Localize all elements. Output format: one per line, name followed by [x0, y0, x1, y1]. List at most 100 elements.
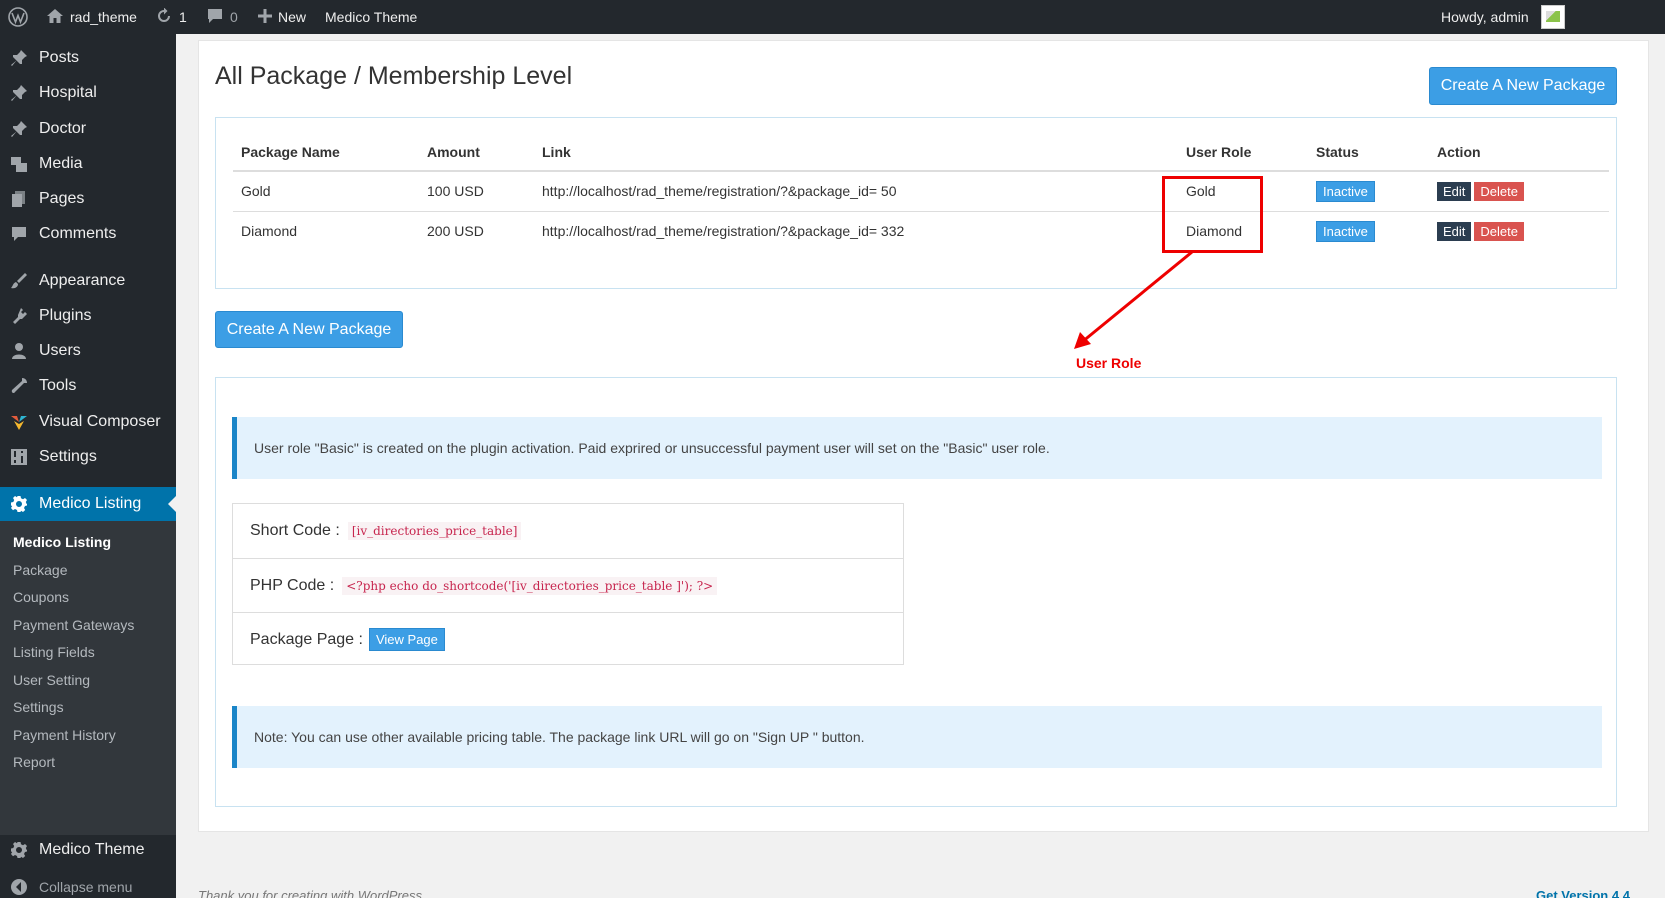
sidebar-item-pages[interactable]: Pages: [0, 182, 176, 216]
sidebar-item-tools[interactable]: Tools: [0, 369, 176, 403]
theme-label: Medico Theme: [325, 9, 418, 25]
media-icon: [9, 154, 29, 174]
sidebar-item-appearance[interactable]: Appearance: [0, 264, 176, 298]
annotation-arrow: [1074, 250, 1193, 349]
short-code-label: Short Code :: [250, 522, 340, 539]
wrench-icon: [9, 376, 29, 396]
comment-icon: [206, 8, 224, 27]
delete-button[interactable]: Delete: [1474, 221, 1524, 241]
submenu-listing-fields[interactable]: Listing Fields: [13, 644, 95, 660]
edit-button[interactable]: Edit: [1437, 181, 1472, 201]
table-header-row: Package Name Amount Link User Role Statu…: [233, 133, 1609, 172]
cell-action: Edit Delete: [1429, 171, 1609, 212]
edit-button[interactable]: Edit: [1437, 221, 1472, 241]
admin-bar: rad_theme 1 0 New Medico Theme Howdy, ad…: [0, 0, 1665, 34]
col-package-name: Package Name: [233, 133, 419, 172]
footer-credit: Thank you for creating with WordPress.: [198, 888, 426, 898]
submenu-user-setting[interactable]: User Setting: [13, 672, 90, 688]
site-name-link[interactable]: rad_theme: [46, 0, 137, 34]
table-row: Gold 100 USD http://localhost/rad_theme/…: [233, 171, 1609, 212]
short-code-value: [iv_directories_price_table]: [347, 522, 522, 540]
php-code-row: PHP Code : <?php echo do_shortcode('[iv_…: [233, 558, 903, 612]
php-code-value: <?php echo do_shortcode('[iv_directories…: [342, 576, 718, 595]
create-package-button-top[interactable]: Create A New Package: [1429, 67, 1617, 105]
col-user-role: User Role: [1178, 133, 1308, 172]
submenu-payment-gateways[interactable]: Payment Gateways: [13, 617, 134, 633]
site-name: rad_theme: [70, 9, 137, 25]
brush-icon: [9, 271, 29, 291]
gear-icon: [9, 840, 29, 860]
user-role-highlight-box: [1162, 176, 1263, 253]
col-amount: Amount: [419, 133, 534, 172]
wordpress-logo-icon[interactable]: [8, 0, 28, 34]
cell-package-name: Gold: [233, 171, 419, 212]
sidebar-item-hospital[interactable]: Hospital: [0, 76, 176, 110]
sidebar-item-visual-composer[interactable]: Visual Composer: [0, 405, 176, 439]
submenu-medico-listing[interactable]: Medico Listing: [13, 534, 111, 550]
howdy-text: Howdy, admin: [1441, 9, 1529, 25]
status-badge[interactable]: Inactive: [1316, 220, 1375, 242]
refresh-icon: [155, 7, 173, 27]
home-icon: [46, 8, 64, 27]
info-note: User role "Basic" is created on the plug…: [232, 417, 1602, 479]
comments-link[interactable]: 0: [206, 0, 238, 34]
pin-icon: [9, 83, 29, 103]
account-menu[interactable]: Howdy, admin: [1441, 0, 1565, 34]
view-page-button[interactable]: View Page: [368, 628, 445, 651]
annotation-label: User Role: [1076, 355, 1142, 371]
updates-count: 1: [179, 9, 187, 25]
cell-status: Inactive: [1308, 171, 1429, 212]
sidebar-item-medico-listing[interactable]: Medico Listing: [0, 487, 176, 521]
footer-version: Get Version 4.4: [1536, 888, 1630, 898]
new-label: New: [278, 9, 307, 25]
cell-link: http://localhost/rad_theme/registration/…: [534, 171, 1178, 212]
comment-icon: [9, 224, 29, 244]
submenu-report[interactable]: Report: [13, 754, 55, 770]
sidebar-item-plugins[interactable]: Plugins: [0, 299, 176, 333]
pin-icon: [9, 119, 29, 139]
avatar: [1540, 5, 1565, 29]
cell-link: http://localhost/rad_theme/registration/…: [542, 223, 905, 240]
updates-link[interactable]: 1: [155, 0, 187, 34]
gear-icon: [9, 494, 29, 514]
packages-table: Package Name Amount Link User Role Statu…: [233, 133, 1609, 251]
cell-amount: 200 USD: [427, 223, 484, 240]
submenu-settings[interactable]: Settings: [13, 699, 64, 715]
sidebar-item-settings[interactable]: Settings: [0, 440, 176, 474]
submenu-payment-history[interactable]: Payment History: [13, 727, 116, 743]
cell-amount: 100 USD: [419, 171, 534, 212]
new-content-link[interactable]: New: [258, 0, 306, 34]
user-icon: [9, 341, 29, 361]
comments-count: 0: [230, 9, 238, 25]
sidebar-item-media[interactable]: Media: [0, 147, 176, 181]
collapse-arrow-icon: [9, 877, 29, 897]
php-code-label: PHP Code :: [250, 576, 335, 594]
medico-listing-submenu: Medico Listing Package Coupons Payment G…: [0, 521, 176, 835]
sidebar-item-users[interactable]: Users: [0, 334, 176, 368]
plus-icon: [258, 8, 272, 26]
sidebar-item-comments[interactable]: Comments: [0, 217, 176, 251]
status-badge[interactable]: Inactive: [1316, 180, 1375, 202]
sidebar-item-posts[interactable]: Posts: [0, 41, 176, 75]
admin-sidebar: Posts Hospital Doctor Media Pages Commen…: [0, 34, 176, 898]
submenu-coupons[interactable]: Coupons: [13, 589, 69, 605]
sidebar-item-doctor[interactable]: Doctor: [0, 112, 176, 146]
col-action: Action: [1429, 133, 1609, 172]
cell-package-name: Diamond: [241, 223, 298, 240]
theme-link[interactable]: Medico Theme: [325, 0, 417, 34]
page-title: All Package / Membership Level: [215, 62, 573, 90]
sidebar-item-medico-theme[interactable]: Medico Theme: [0, 833, 176, 867]
shortcode-panel: Short Code : [iv_directories_price_table…: [232, 503, 904, 665]
vc-icon: [9, 412, 29, 432]
settings-sliders-icon: [9, 447, 29, 467]
table-row: Diamond 200 USD http://localhost/rad_the…: [233, 211, 1609, 251]
plug-icon: [9, 306, 29, 326]
col-link: Link: [534, 133, 1178, 172]
col-status: Status: [1308, 133, 1429, 172]
collapse-menu-button[interactable]: Collapse menu: [0, 870, 176, 898]
delete-button[interactable]: Delete: [1474, 181, 1524, 201]
create-package-button[interactable]: Create A New Package: [215, 311, 403, 348]
bottom-note: Note: You can use other available pricin…: [232, 706, 1602, 768]
package-page-label: Package Page :: [250, 630, 363, 648]
submenu-package[interactable]: Package: [13, 562, 67, 578]
